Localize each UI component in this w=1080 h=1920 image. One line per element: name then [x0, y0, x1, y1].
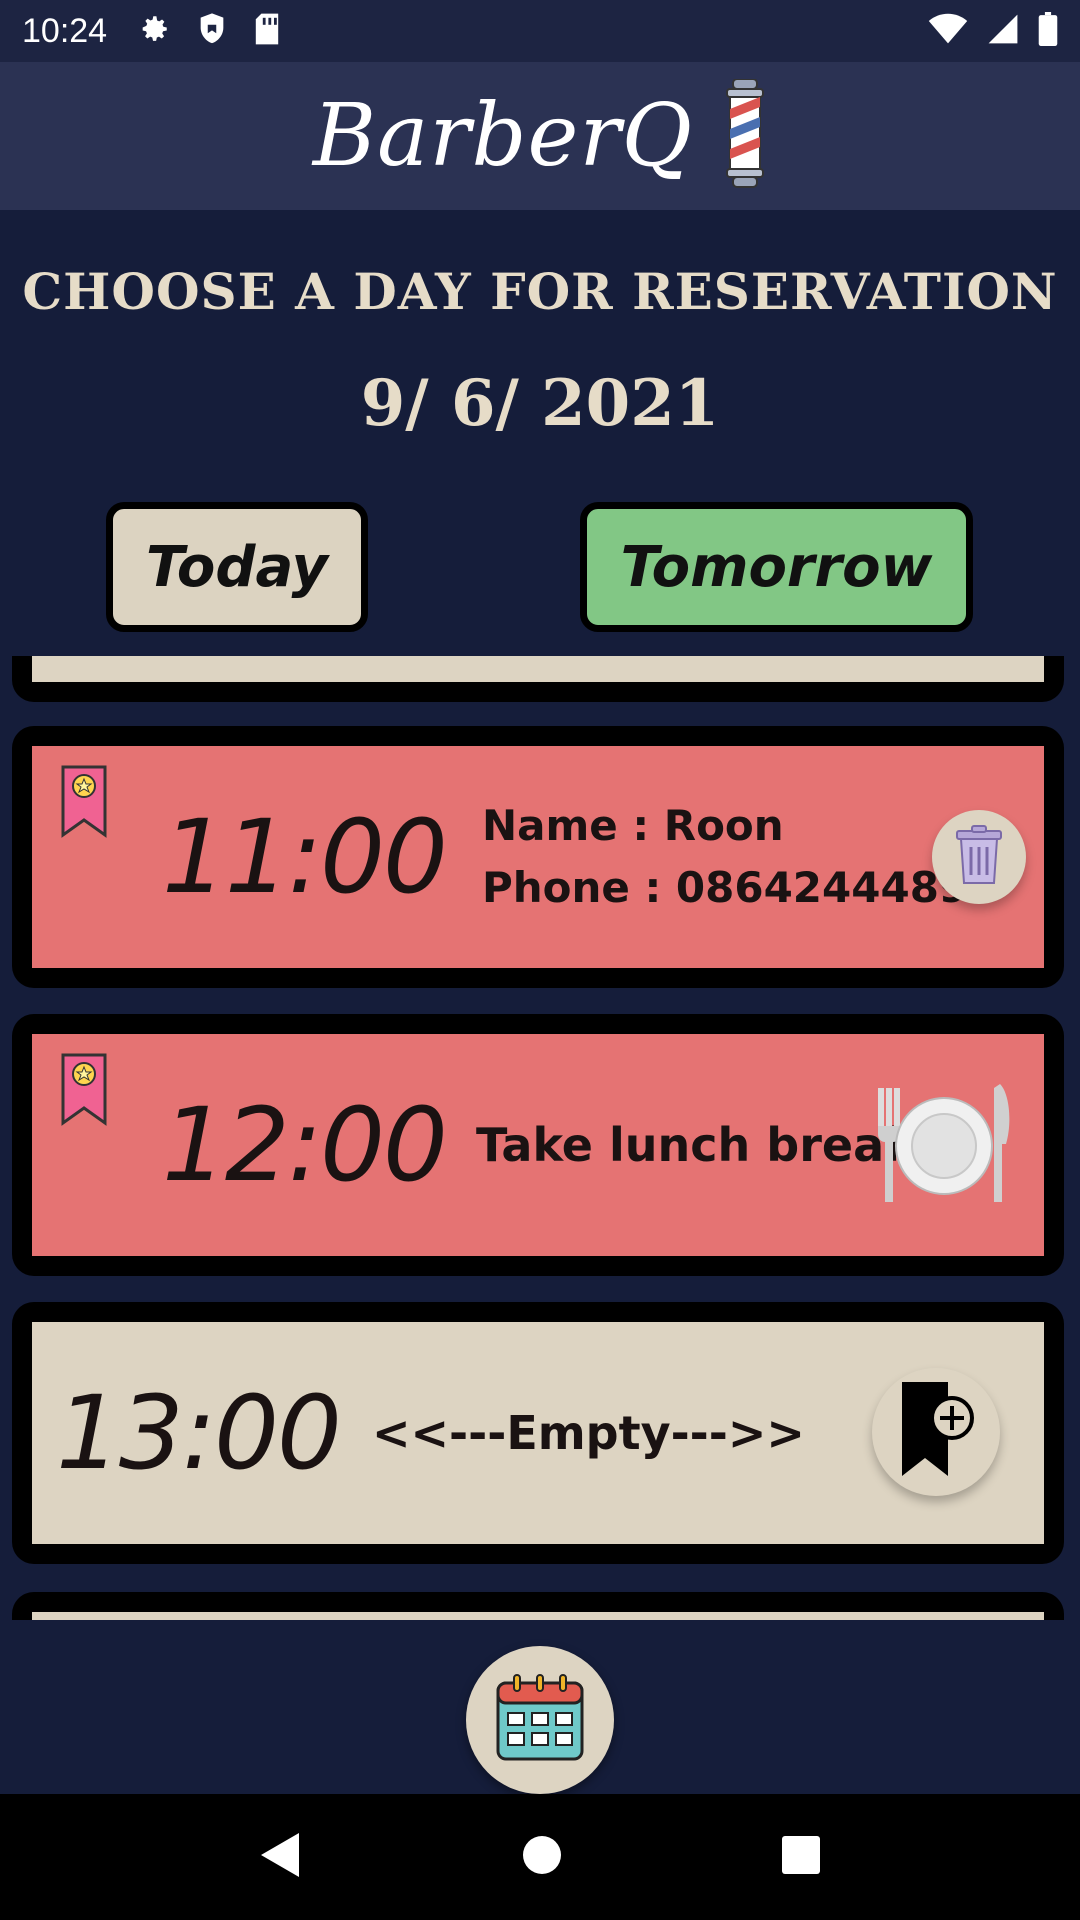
- sd-card-icon: [253, 12, 281, 50]
- slot-card-booked: 11:00 Name : Roon Phone : 0864244489: [32, 746, 1044, 968]
- barber-pole-icon: [723, 78, 767, 193]
- page-title: CHOOSE A DAY FOR RESERVATION: [22, 262, 1058, 321]
- tomorrow-button[interactable]: Tomorrow: [580, 502, 973, 632]
- calendar-button[interactable]: [466, 1646, 614, 1794]
- list-item[interactable]: [12, 656, 1064, 702]
- list-item[interactable]: 13:00 <<---Empty--->>: [12, 1302, 1064, 1564]
- wifi-icon: [928, 13, 968, 49]
- back-icon[interactable]: [259, 1831, 303, 1883]
- ribbon-badge-icon: [60, 764, 108, 842]
- list-item[interactable]: [12, 1592, 1064, 1620]
- add-booking-button[interactable]: [872, 1368, 1000, 1496]
- gear-icon: [137, 12, 171, 50]
- ribbon-badge-icon: [60, 1052, 108, 1130]
- add-bookmark-icon: [898, 1380, 974, 1484]
- status-time: 10:24: [22, 11, 108, 50]
- list-item[interactable]: 11:00 Name : Roon Phone : 0864244489: [12, 726, 1064, 988]
- recents-icon[interactable]: [781, 1835, 821, 1879]
- customer-phone: Phone : 0864244489: [481, 863, 969, 912]
- delete-button[interactable]: [932, 810, 1026, 904]
- signal-icon: [986, 13, 1020, 49]
- shield-icon: [197, 12, 227, 50]
- slot-time: 12:00: [162, 1085, 448, 1205]
- calendar-icon: [494, 1673, 586, 1767]
- customer-info: Name : Roon Phone : 0864244489: [482, 795, 968, 919]
- today-button[interactable]: Today: [106, 502, 368, 632]
- battery-icon: [1038, 12, 1058, 50]
- slot-time: 11:00: [162, 797, 448, 917]
- slot-list[interactable]: 11:00 Name : Roon Phone : 0864244489 12:…: [0, 656, 1080, 1620]
- break-note: Take lunch break: [475, 1118, 915, 1172]
- app-header: BarberQ: [0, 62, 1080, 210]
- slot-card-empty: 13:00 <<---Empty--->>: [32, 1322, 1044, 1544]
- slot-card-break: 12:00 Take lunch break: [32, 1034, 1044, 1256]
- system-nav-bar: [0, 1794, 1080, 1920]
- selected-date: 9/ 6/ 2021: [360, 366, 720, 441]
- app-title: BarberQ: [312, 86, 694, 186]
- home-icon[interactable]: [522, 1835, 562, 1879]
- status-bar: 10:24: [0, 0, 1080, 62]
- trash-icon: [953, 825, 1005, 889]
- customer-name: Name : Roon: [481, 801, 784, 850]
- list-item[interactable]: 12:00 Take lunch break: [12, 1014, 1064, 1276]
- empty-note: <<---Empty--->>: [371, 1406, 805, 1460]
- slot-time: 13:00: [56, 1373, 342, 1493]
- plate-cutlery-icon: [876, 1078, 1016, 1212]
